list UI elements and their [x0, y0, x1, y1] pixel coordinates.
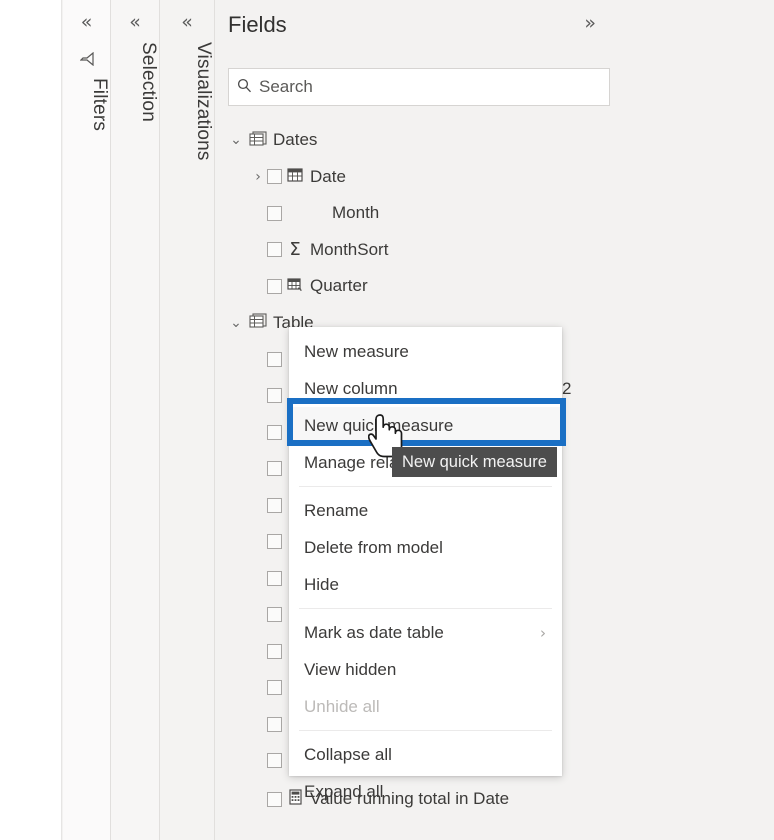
collapse-filters-icon[interactable]: « — [63, 12, 110, 32]
menu-separator — [299, 730, 552, 731]
field-checkbox[interactable] — [267, 424, 282, 440]
menu-item-label: Delete from model — [304, 537, 443, 557]
chevron-down-icon[interactable]: ⌄ — [227, 132, 245, 148]
tree-item-quarter[interactable]: Quarter — [215, 268, 774, 305]
tree-item-label: MonthSort — [310, 239, 389, 259]
tree-item-label: Dates — [273, 130, 318, 150]
menu-item-label: View hidden — [304, 659, 397, 679]
menu-item-label: New quick measure — [304, 415, 454, 435]
menu-separator — [299, 608, 552, 609]
menu-item-label: Hide — [304, 574, 339, 594]
menu-item-unhide-all: Unhide all — [289, 688, 562, 725]
field-checkbox[interactable] — [267, 680, 282, 696]
pane-visualizations-label: Visualizations — [193, 42, 214, 161]
page-title: Fields — [228, 12, 287, 37]
context-menu[interactable]: New measure New column New quick measure Ma… — [289, 327, 562, 801]
collapse-visualizations-icon[interactable]: « — [160, 12, 214, 32]
menu-item-label: Unhide all — [304, 696, 380, 716]
tree-item-month[interactable]: Month — [215, 195, 774, 232]
chevron-down-icon[interactable]: ⌄ — [227, 315, 245, 331]
chevron-right-icon[interactable]: » — [584, 12, 596, 34]
menu-item-collapse-all[interactable]: Collapse all — [289, 736, 562, 773]
field-checkbox[interactable] — [267, 716, 282, 732]
tree-item-dates[interactable]: ⌄ Dates — [215, 122, 774, 159]
menu-item-label: New column — [304, 378, 398, 398]
menu-item-new-column[interactable]: New column — [289, 370, 562, 407]
chevron-right-icon: › — [540, 623, 546, 642]
pane-filters-label: Filters — [89, 78, 110, 132]
menu-item-view-hidden[interactable]: View hidden — [289, 651, 562, 688]
field-checkbox[interactable] — [267, 534, 282, 550]
tree-item-monthsort[interactable]: Σ MonthSort — [215, 232, 774, 269]
report-canvas-area — [0, 0, 62, 840]
menu-item-label: Expand all — [304, 781, 384, 801]
field-checkbox[interactable] — [267, 461, 282, 477]
sigma-icon: Σ — [289, 239, 301, 261]
pane-selection[interactable]: « Selection — [111, 0, 160, 840]
tooltip-text: New quick measure — [402, 452, 547, 471]
menu-item-new-measure[interactable]: New measure — [289, 333, 562, 370]
menu-item-mark-as-date-table[interactable]: Mark as date table › — [289, 614, 562, 651]
collapse-selection-icon[interactable]: « — [111, 12, 159, 32]
menu-item-label: Mark as date table — [304, 622, 444, 642]
menu-item-label: Collapse all — [304, 744, 392, 764]
table-icon — [245, 313, 271, 332]
menu-item-delete-from-model[interactable]: Delete from model — [289, 529, 562, 566]
menu-item-rename[interactable]: Rename — [289, 492, 562, 529]
menu-item-new-quick-measure[interactable]: New quick measure — [289, 407, 562, 444]
hierarchy-icon — [282, 277, 308, 296]
pane-selection-label: Selection — [138, 42, 159, 122]
field-checkbox[interactable] — [267, 242, 282, 258]
menu-item-label: Rename — [304, 500, 369, 520]
tree-item-label: Date — [310, 166, 346, 186]
menu-item-hide[interactable]: Hide — [289, 566, 562, 603]
occluded-partial-text: 2 — [562, 379, 572, 398]
field-checkbox[interactable] — [267, 643, 282, 659]
tree-item-label: Month — [332, 203, 380, 223]
search-icon — [229, 78, 259, 97]
tree-item-label: Quarter — [310, 276, 368, 296]
menu-item-expand-all[interactable]: Expand all — [289, 773, 562, 810]
field-checkbox[interactable] — [267, 278, 282, 294]
menu-item-label: New measure — [304, 341, 409, 361]
calendar-icon — [282, 167, 308, 186]
search-input[interactable] — [259, 77, 609, 97]
tree-item-date[interactable]: › Date — [215, 159, 774, 196]
field-checkbox[interactable] — [267, 607, 282, 623]
field-checkbox[interactable] — [267, 351, 282, 367]
fields-pane-header: Fields » — [215, 0, 774, 52]
field-checkbox[interactable] — [267, 791, 282, 807]
chevron-right-icon[interactable]: › — [249, 169, 267, 185]
field-checkbox[interactable] — [267, 497, 282, 513]
field-checkbox[interactable] — [267, 169, 282, 185]
field-checkbox[interactable] — [267, 388, 282, 404]
field-checkbox[interactable] — [267, 753, 282, 769]
field-checkbox[interactable] — [267, 205, 282, 221]
field-checkbox[interactable] — [267, 570, 282, 586]
filter-funnel-icon — [63, 51, 110, 70]
pane-filters[interactable]: « Filters — [63, 0, 111, 840]
menu-separator — [299, 486, 552, 487]
pane-visualizations[interactable]: « Visualizations — [160, 0, 215, 840]
power-bi-fields-pane-screen: « Filters « Selection « Visualizations F… — [0, 0, 774, 840]
search-box[interactable] — [228, 68, 610, 106]
table-icon — [245, 131, 271, 150]
tooltip: New quick measure — [392, 447, 557, 477]
